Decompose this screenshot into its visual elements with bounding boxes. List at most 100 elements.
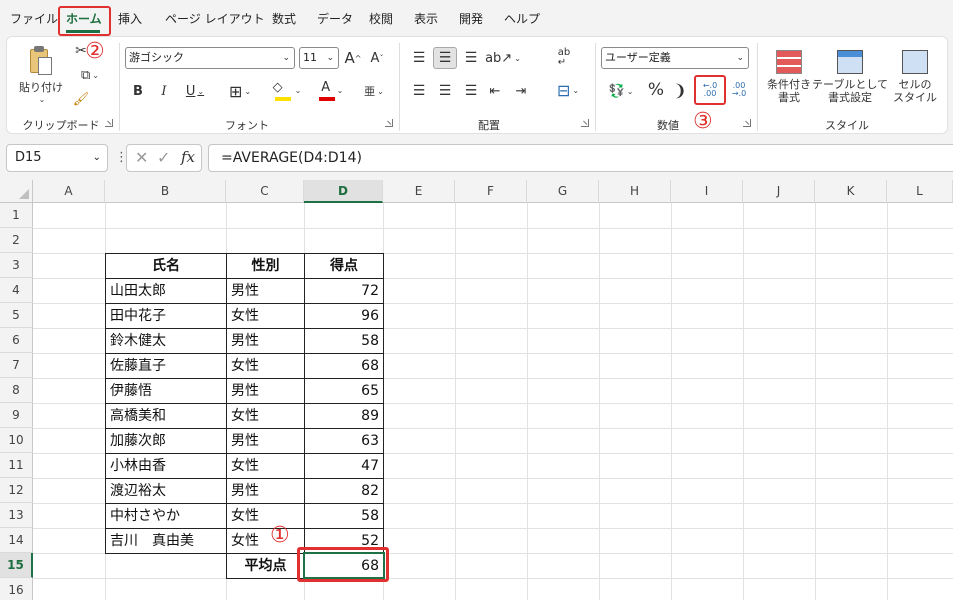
row-header-5[interactable]: 5: [0, 303, 33, 328]
row-header-9[interactable]: 9: [0, 403, 33, 428]
shrink-font-button[interactable]: Aˇ: [367, 47, 387, 69]
name-box[interactable]: D15 ⌄: [6, 144, 108, 172]
cell-name[interactable]: 高橋美和: [105, 403, 227, 429]
cell-score[interactable]: 68: [304, 353, 384, 379]
header-name[interactable]: 氏名: [105, 253, 227, 279]
col-header-h[interactable]: H: [599, 180, 671, 203]
align-middle-button[interactable]: ☰: [433, 47, 457, 69]
col-header-a[interactable]: A: [33, 180, 105, 203]
row-header-14[interactable]: 14: [0, 528, 33, 553]
cell-gender[interactable]: 女性: [226, 528, 305, 554]
underline-button[interactable]: U ⌄: [179, 81, 211, 101]
bold-button[interactable]: B: [129, 81, 147, 101]
row-header-12[interactable]: 12: [0, 478, 33, 503]
align-top-button[interactable]: ☰: [409, 47, 429, 69]
align-bottom-button[interactable]: ☰: [461, 47, 481, 69]
font-launcher-icon[interactable]: [385, 119, 393, 127]
cell-name[interactable]: 加藤次郎: [105, 428, 227, 454]
cell-name[interactable]: 小林由香: [105, 453, 227, 479]
cell-score[interactable]: 63: [304, 428, 384, 454]
col-header-c[interactable]: C: [226, 180, 304, 203]
cell-name[interactable]: 伊藤悟: [105, 378, 227, 404]
align-left-button[interactable]: ☰: [409, 81, 429, 101]
row-header-10[interactable]: 10: [0, 428, 33, 453]
cell-name[interactable]: 佐藤直子: [105, 353, 227, 379]
phonetic-button[interactable]: 亜 ⌄: [357, 81, 391, 101]
copy-button[interactable]: ⧉ ⌄: [71, 65, 109, 85]
col-header-l[interactable]: L: [887, 180, 953, 203]
col-header-g[interactable]: G: [527, 180, 599, 203]
decrease-decimal-button[interactable]: .00 →.0: [727, 77, 751, 103]
row-header-6[interactable]: 6: [0, 328, 33, 353]
row-header-4[interactable]: 4: [0, 278, 33, 303]
cell-styles-button[interactable]: セルの スタイル: [885, 43, 945, 111]
cell-gender[interactable]: 女性: [226, 353, 305, 379]
col-header-j[interactable]: J: [743, 180, 815, 203]
col-header-i[interactable]: I: [671, 180, 743, 203]
cell-score[interactable]: 47: [304, 453, 384, 479]
comma-style-button[interactable]: ❩: [671, 79, 689, 101]
cell-score[interactable]: 89: [304, 403, 384, 429]
cell-gender[interactable]: 男性: [226, 278, 305, 304]
fill-color-button[interactable]: ◇ ⌄: [269, 79, 305, 101]
font-color-button[interactable]: A ⌄: [313, 79, 347, 101]
orientation-button[interactable]: ab↗ ⌄: [485, 47, 521, 69]
cell-score[interactable]: 58: [304, 328, 384, 354]
clipboard-launcher-icon[interactable]: [105, 119, 113, 127]
font-size-select[interactable]: 11 ⌄: [299, 47, 339, 69]
row-header-3[interactable]: 3: [0, 253, 33, 278]
cell-name[interactable]: 山田太郎: [105, 278, 227, 304]
formula-input[interactable]: =AVERAGE(D4:D14): [208, 144, 953, 172]
col-header-e[interactable]: E: [383, 180, 455, 203]
cell-name[interactable]: 田中花子: [105, 303, 227, 329]
cancel-icon[interactable]: ✕: [135, 148, 148, 167]
format-as-table-button[interactable]: テーブルとして 書式設定: [812, 43, 888, 111]
col-header-b[interactable]: B: [105, 180, 226, 203]
wrap-text-button[interactable]: ab ↵: [551, 45, 577, 71]
cell-gender[interactable]: 男性: [226, 478, 305, 504]
average-label[interactable]: 平均点: [226, 553, 305, 579]
col-header-k[interactable]: K: [815, 180, 887, 203]
enter-icon[interactable]: ✓: [157, 148, 170, 167]
percent-style-button[interactable]: %: [645, 79, 667, 101]
font-name-select[interactable]: 游ゴシック ⌄: [125, 47, 295, 69]
row-header-2[interactable]: 2: [0, 228, 33, 253]
cell-gender[interactable]: 男性: [226, 328, 305, 354]
increase-indent-button[interactable]: ⇥: [511, 81, 531, 101]
col-header-d[interactable]: D: [304, 180, 383, 203]
cell-score[interactable]: 72: [304, 278, 384, 304]
italic-button[interactable]: I: [155, 81, 173, 101]
row-header-8[interactable]: 8: [0, 378, 33, 403]
row-header-15[interactable]: 15: [0, 553, 33, 578]
accounting-format-button[interactable]: 💱 ⌄: [603, 81, 639, 101]
worksheet-grid[interactable]: A B C D E F G H I J K L 1 2 3 4 5 6 7 8 …: [0, 180, 953, 600]
cell-gender[interactable]: 女性: [226, 303, 305, 329]
cell-gender[interactable]: 女性: [226, 403, 305, 429]
tab-file[interactable]: ファイル: [10, 10, 58, 27]
col-header-f[interactable]: F: [455, 180, 527, 203]
conditional-formatting-button[interactable]: 条件付き 書式: [763, 43, 815, 111]
cell-gender[interactable]: 男性: [226, 428, 305, 454]
row-header-7[interactable]: 7: [0, 353, 33, 378]
cell-score[interactable]: 65: [304, 378, 384, 404]
header-gender[interactable]: 性別: [226, 253, 305, 279]
row-header-13[interactable]: 13: [0, 503, 33, 528]
align-right-button[interactable]: ☰: [461, 81, 481, 101]
alignment-launcher-icon[interactable]: [581, 119, 589, 127]
tab-help[interactable]: ヘルプ: [504, 10, 540, 27]
row-header-11[interactable]: 11: [0, 453, 33, 478]
decrease-indent-button[interactable]: ⇤: [485, 81, 505, 101]
cell-score[interactable]: 58: [304, 503, 384, 529]
tab-formulas[interactable]: 数式: [272, 10, 296, 27]
borders-button[interactable]: ⊞ ⌄: [221, 81, 259, 101]
tab-insert[interactable]: 挿入: [118, 10, 142, 27]
tab-developer[interactable]: 開発: [459, 10, 483, 27]
cell-name[interactable]: 中村さやか: [105, 503, 227, 529]
cell-score[interactable]: 96: [304, 303, 384, 329]
cell-gender[interactable]: 女性: [226, 503, 305, 529]
tab-page-layout[interactable]: ページ レイアウト: [165, 10, 265, 27]
merge-center-button[interactable]: ⊟ ⌄: [549, 79, 587, 101]
header-score[interactable]: 得点: [304, 253, 384, 279]
row-header-16[interactable]: 16: [0, 578, 33, 600]
cell-gender[interactable]: 男性: [226, 378, 305, 404]
